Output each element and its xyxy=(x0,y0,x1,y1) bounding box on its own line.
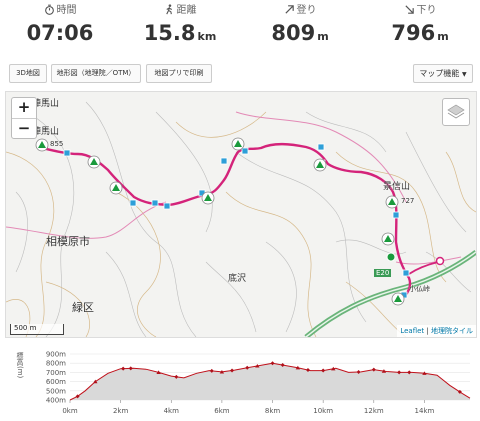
map-label-kagenobu: 景信山 xyxy=(383,182,411,192)
map-functions-dropdown[interactable]: マップ機能 ▼ xyxy=(413,64,473,83)
map-scale: 500 m xyxy=(10,324,64,335)
stat-descent-label: 下り xyxy=(416,5,437,16)
x-tick-label: 2km xyxy=(113,407,129,415)
zoom-out-button[interactable]: − xyxy=(12,119,36,139)
stat-ascent-label: 登り xyxy=(296,5,317,16)
print-map-button[interactable]: 地図プリで印刷 xyxy=(146,64,212,83)
stat-descent-unit: m xyxy=(437,30,449,43)
topo-map-button[interactable]: 地形図（地理院／OTM） xyxy=(51,64,141,83)
map-label-sagamihara: 相模原市 xyxy=(46,235,90,248)
route-end-marker xyxy=(435,256,445,266)
x-tick-label: 14km xyxy=(415,407,435,415)
stat-ascent-value: 809 xyxy=(271,21,316,45)
map-attribution: Leaflet | 地理院タイル xyxy=(397,325,476,337)
y-tick-label: 800m xyxy=(46,360,66,368)
y-tick-label: 400m xyxy=(46,397,66,405)
stat-ascent: 登り 809 m xyxy=(240,4,360,50)
y-tick-label: 500m xyxy=(46,387,66,395)
y-tick-label: 600m xyxy=(46,378,66,386)
layers-button[interactable] xyxy=(442,98,470,126)
y-tick-label: 700m xyxy=(46,369,66,377)
stat-ascent-unit: m xyxy=(317,30,329,43)
stats-bar: 時間 07:06 距離 15.8 km 登り 809 m 下り 796 m xyxy=(0,0,480,56)
caret-down-icon: ▼ xyxy=(461,71,467,78)
map-label-kobotoke: 小仏峠 xyxy=(409,285,430,293)
layers-icon xyxy=(447,104,465,119)
map-functions-label: マップ機能 xyxy=(419,69,460,78)
x-tick-label: 8km xyxy=(265,407,281,415)
road xyxy=(395,256,462,265)
map-label-midori: 緑区 xyxy=(72,301,94,314)
map-label-sokozawa: 底沢 xyxy=(228,274,247,284)
highway-shield-e20: E20 xyxy=(374,269,392,277)
x-tick-label: 4km xyxy=(164,407,180,415)
stat-distance-unit: km xyxy=(197,30,217,43)
stat-descent: 下り 796 m xyxy=(360,4,480,50)
elevation-profile-chart[interactable]: 900m800m700m600m500m 400m 0km 2km 4km 6km 8km… xyxy=(0,342,480,421)
stopwatch-icon xyxy=(44,4,54,15)
stat-time-label: 時間 xyxy=(56,5,77,16)
arrow-up-right-icon xyxy=(284,5,294,14)
map-label-elev-1: 855 xyxy=(50,140,64,148)
leaflet-link[interactable]: Leaflet xyxy=(400,327,424,335)
gsi-tiles-link[interactable]: 地理院タイル xyxy=(431,327,473,335)
stat-descent-value: 796 xyxy=(391,21,436,45)
x-tick-label: 0km xyxy=(62,407,78,415)
arrow-down-right-icon xyxy=(404,5,414,14)
zoom-control: + − xyxy=(11,97,37,139)
map-label-elev-2: 727 xyxy=(401,197,415,205)
zoom-in-button[interactable]: + xyxy=(12,98,36,119)
map-toolbar: 3D地図 地形図（地理院／OTM） 地図プリで印刷 マップ機能 ▼ xyxy=(0,60,480,86)
x-tick-label: 10km xyxy=(313,407,333,415)
y-tick-label: 900m xyxy=(46,351,66,359)
x-tick-label: 6km xyxy=(214,407,230,415)
stat-time-value: 07:06 xyxy=(26,21,94,45)
stat-distance-label: 距離 xyxy=(176,5,197,16)
stat-distance-value: 15.8 xyxy=(143,21,196,45)
3d-map-button[interactable]: 3D地図 xyxy=(9,64,47,83)
hiker-icon xyxy=(165,4,172,15)
stat-time: 時間 07:06 xyxy=(0,4,120,46)
attrib-separator: | xyxy=(424,327,431,335)
route-map[interactable]: 陣馬山 陣馬山 855 相模原市 緑区 底沢 景信山 727 小仏峠 E20 +… xyxy=(5,91,477,338)
x-tick-label: 12km xyxy=(364,407,384,415)
stat-distance: 距離 15.8 km xyxy=(120,4,240,50)
